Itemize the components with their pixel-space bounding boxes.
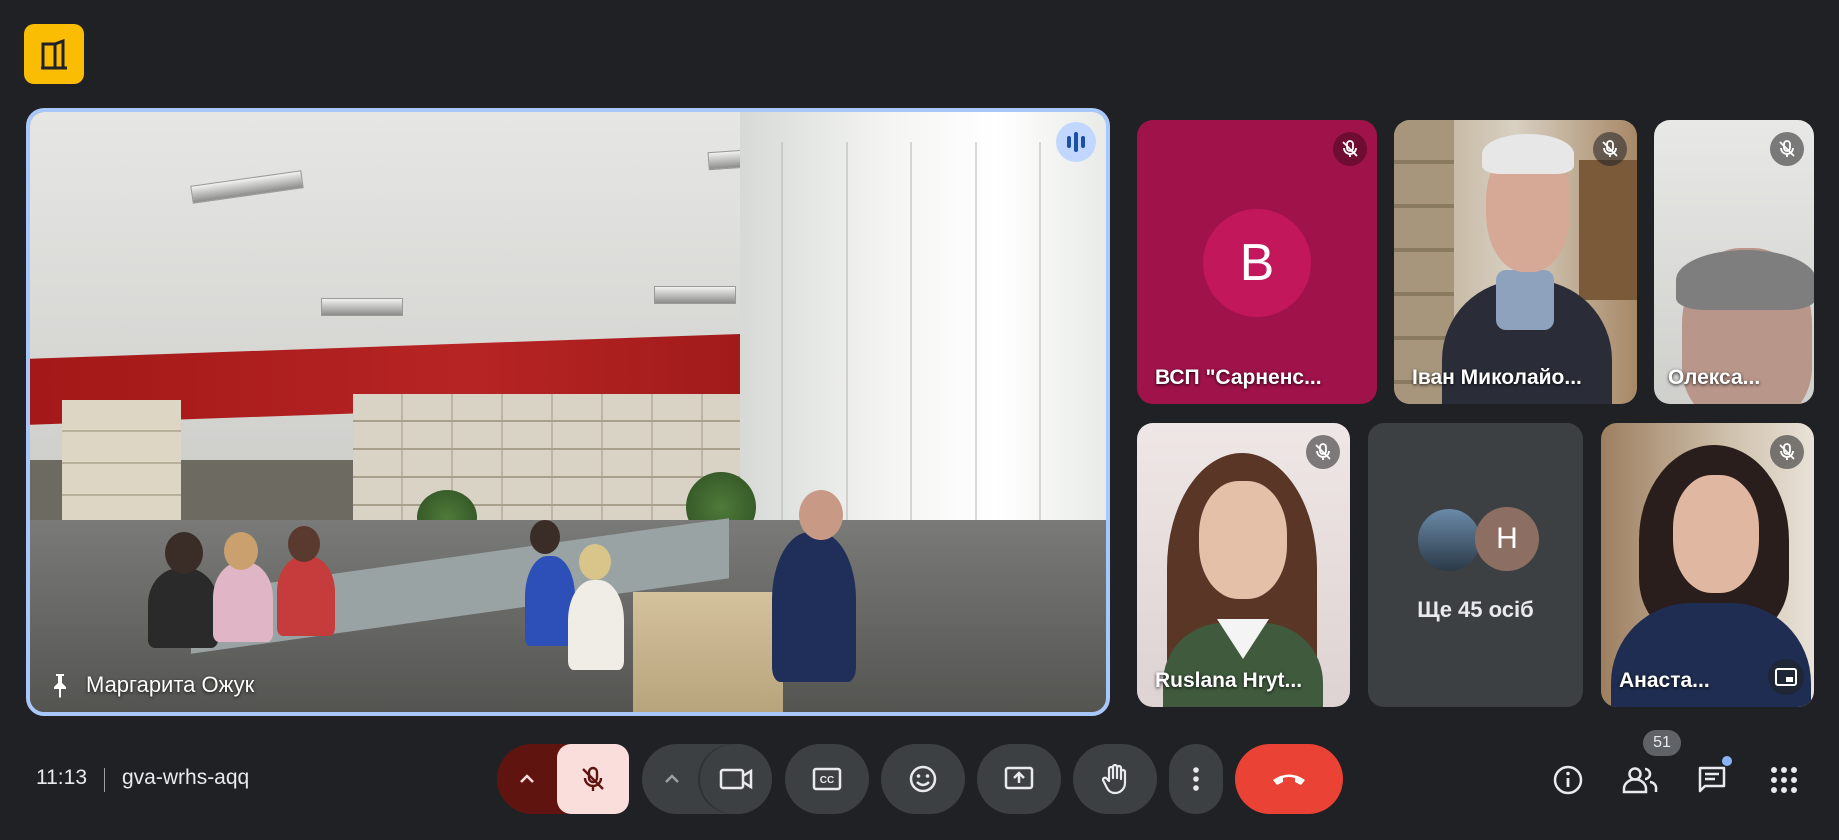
main-speaker-tile[interactable]: Маргарита Ожук — [26, 108, 1110, 716]
present-icon — [1004, 766, 1034, 790]
activities-button[interactable] — [1764, 760, 1804, 800]
mic-off-icon — [1779, 443, 1795, 460]
avatar: Н — [1475, 507, 1539, 571]
participant-tile[interactable]: Іван Миколайо... — [1394, 120, 1637, 404]
info-icon — [1553, 765, 1583, 795]
chat-button[interactable] — [1692, 756, 1732, 800]
audio-options-button[interactable] — [497, 744, 557, 814]
apps-icon — [1771, 767, 1797, 793]
more-vert-icon — [1193, 767, 1199, 791]
mic-control-group — [497, 744, 629, 814]
more-participants-tile[interactable]: Н Ще 45 осіб — [1368, 423, 1583, 707]
mic-off-icon — [582, 766, 604, 791]
chat-notification-dot — [1722, 756, 1732, 766]
chat-icon — [1698, 766, 1726, 793]
participant-name: ВСП "Сарненс... — [1155, 366, 1322, 389]
participant-tile[interactable]: В ВСП "Сарненс... — [1137, 120, 1377, 404]
captions-button[interactable]: CC — [785, 744, 869, 814]
reactions-button[interactable] — [881, 744, 965, 814]
mic-off-icon — [1342, 140, 1358, 157]
more-options-button[interactable] — [1169, 744, 1223, 814]
leave-call-button[interactable] — [1235, 744, 1343, 814]
participant-tile[interactable]: Ruslana Hryt... — [1137, 423, 1350, 707]
participant-tile[interactable]: Олекса... — [1654, 120, 1814, 404]
participant-muted-badge — [1593, 132, 1627, 166]
camera-icon — [719, 768, 753, 790]
speaking-indicator — [1056, 122, 1096, 162]
participant-muted-badge — [1306, 435, 1340, 469]
mic-off-icon — [1602, 140, 1618, 157]
main-speaker-name: Маргарита Ожук — [86, 672, 255, 697]
camera-toggle-button[interactable] — [700, 744, 772, 814]
mic-toggle-button[interactable] — [557, 744, 629, 814]
chevron-up-icon — [520, 774, 534, 783]
meeting-details-button[interactable] — [1548, 760, 1588, 800]
more-participants-label: Ще 45 осіб — [1417, 597, 1534, 622]
people-button[interactable] — [1620, 760, 1660, 800]
door-icon — [41, 38, 67, 70]
meeting-time: 11:13 — [36, 766, 87, 789]
raise-hand-button[interactable] — [1073, 744, 1157, 814]
speaker-video — [30, 112, 1106, 712]
room-badge[interactable] — [24, 24, 84, 84]
participant-name: Ruslana Hryt... — [1155, 669, 1303, 692]
people-icon — [1622, 767, 1658, 794]
meeting-code[interactable]: gva-wrhs-aqq — [122, 766, 249, 790]
participant-tile[interactable]: Анаста... — [1601, 423, 1814, 707]
raise-hand-icon — [1101, 763, 1127, 795]
participants-count-badge: 51 — [1643, 730, 1681, 756]
camera-control-group — [642, 744, 772, 814]
participant-name: Анаста... — [1619, 669, 1710, 692]
pin-icon[interactable] — [48, 672, 72, 698]
emoji-icon — [909, 765, 937, 793]
participant-name: Іван Миколайо... — [1412, 366, 1582, 389]
present-now-button[interactable] — [977, 744, 1061, 814]
avatar — [1416, 507, 1482, 573]
picture-in-picture-icon — [1775, 668, 1797, 686]
svg-text:CC: CC — [820, 775, 834, 786]
picture-in-picture-button[interactable] — [1768, 659, 1804, 695]
participant-muted-badge — [1333, 132, 1367, 166]
participant-name: Олекса... — [1668, 366, 1761, 389]
chevron-up-icon — [665, 774, 679, 783]
participant-muted-badge — [1770, 435, 1804, 469]
mic-off-icon — [1315, 443, 1331, 460]
avatar: В — [1203, 209, 1311, 317]
call-end-icon — [1273, 774, 1305, 785]
video-options-button[interactable] — [642, 744, 702, 814]
speaking-icon — [1066, 132, 1087, 152]
participant-muted-badge — [1770, 132, 1804, 166]
mic-off-icon — [1779, 140, 1795, 157]
main-speaker-name-row: Маргарита Ожук — [48, 672, 254, 698]
divider — [104, 768, 105, 792]
captions-icon: CC — [812, 767, 842, 791]
